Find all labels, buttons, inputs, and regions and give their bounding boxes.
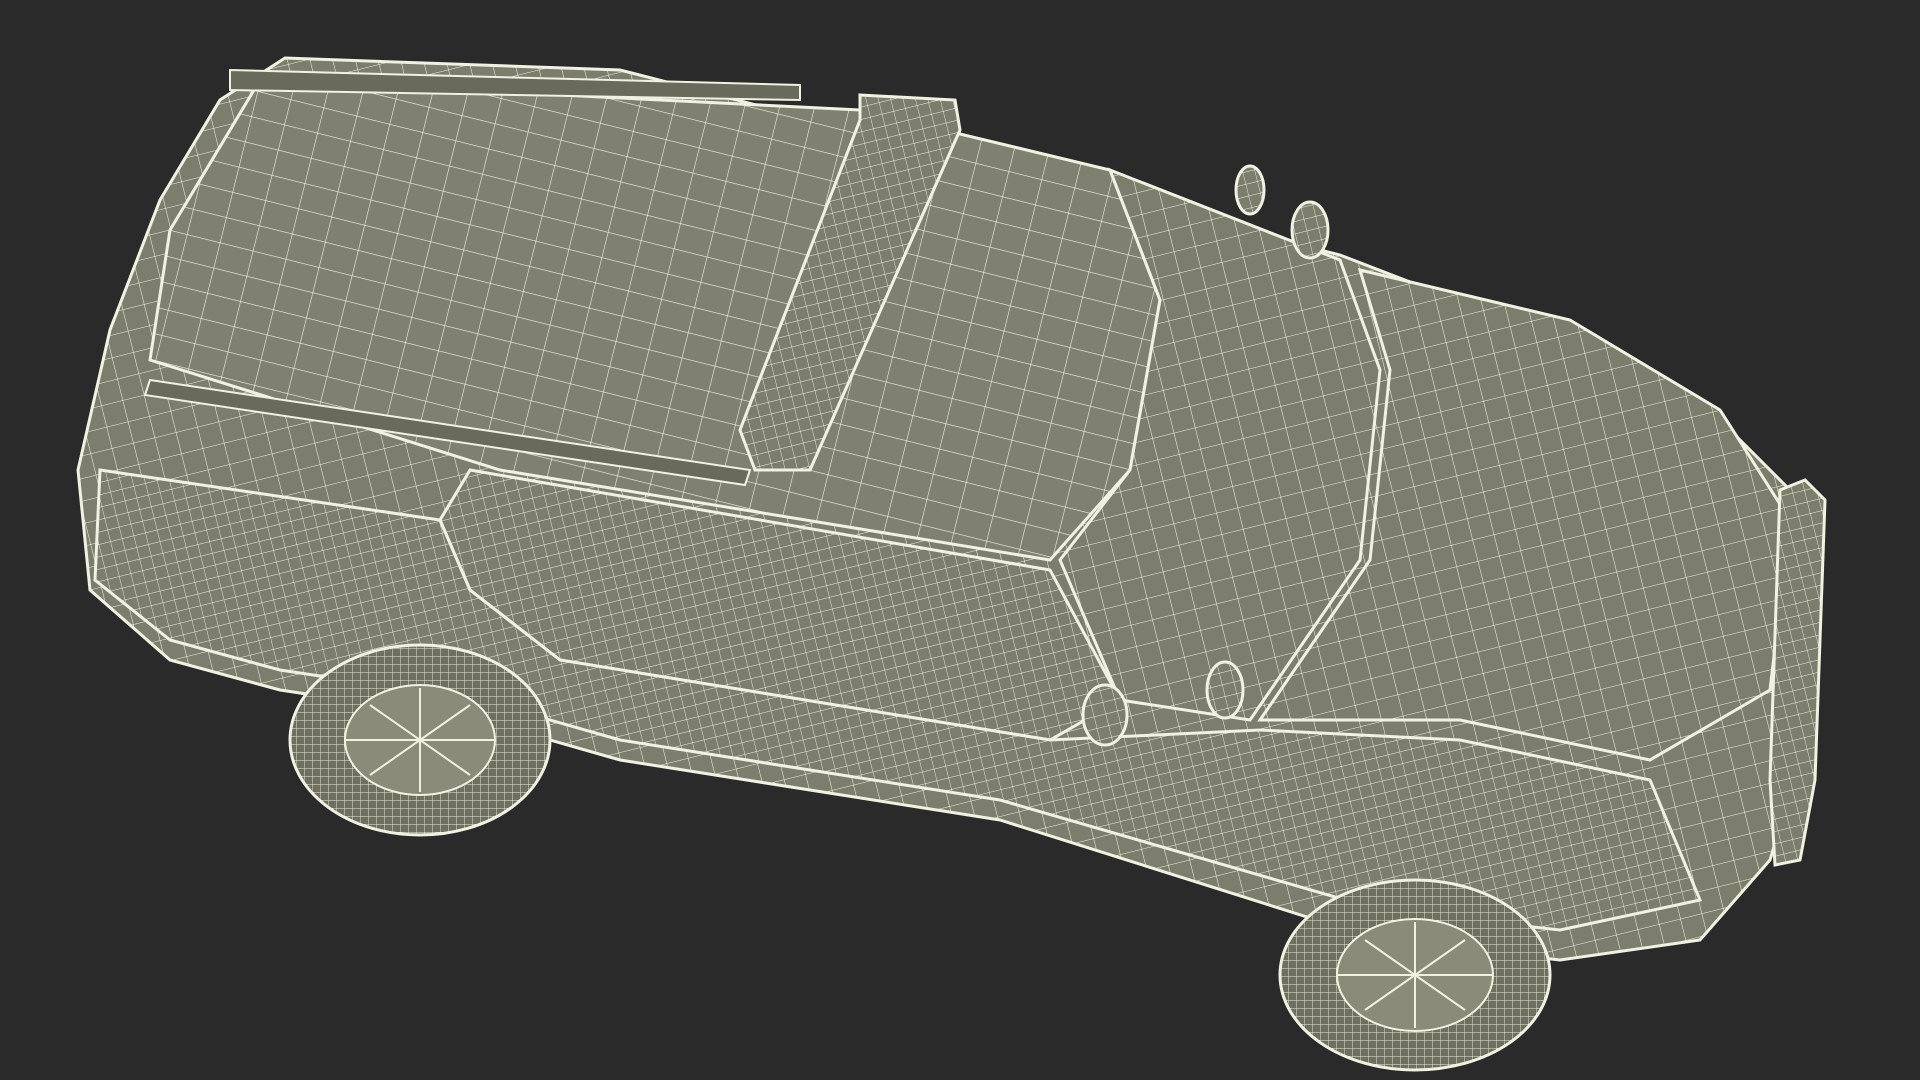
render-viewport [0, 0, 1920, 1080]
car-body [76, 56, 1827, 1072]
wheel-rear [288, 643, 552, 837]
spotlight-left [1205, 660, 1245, 720]
push-bumper [1768, 478, 1827, 867]
wireframe-car-render [76, 56, 1827, 1072]
wheel-front [1278, 878, 1552, 1072]
spotlight-right [1234, 164, 1266, 216]
side-mirror-left [1081, 683, 1129, 747]
side-mirror-right [1290, 200, 1330, 260]
